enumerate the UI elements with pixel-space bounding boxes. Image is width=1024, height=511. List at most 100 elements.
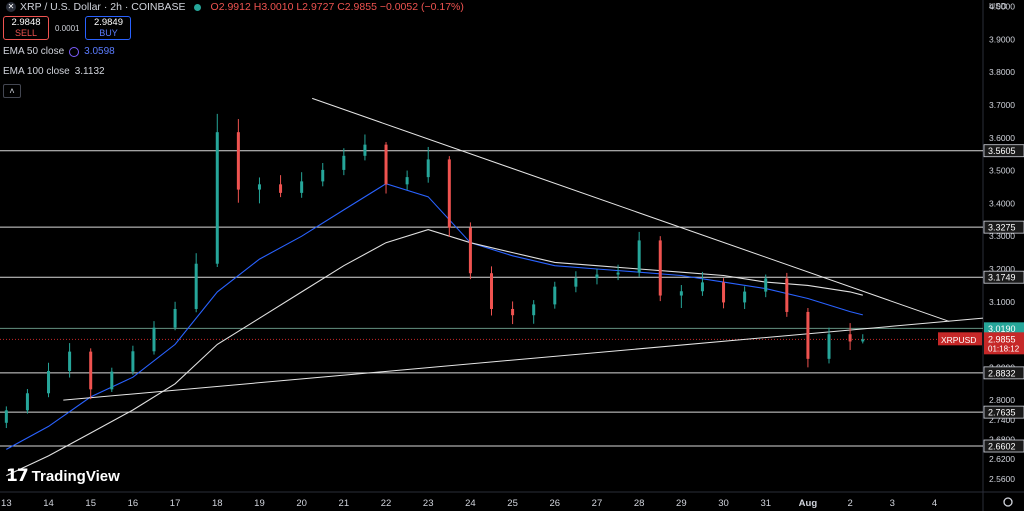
level-price-label: 2.6602 (988, 442, 1016, 452)
logo-text: TradingView (31, 467, 120, 485)
y-tick-label: 3.5000 (989, 166, 1015, 176)
y-tick-label: 3.9000 (989, 34, 1015, 44)
buy-label: BUY (99, 28, 118, 38)
x-tick-label: 15 (85, 498, 96, 509)
x-tick-label: 26 (549, 498, 560, 509)
candle-body (447, 159, 451, 228)
candle-body (321, 169, 325, 182)
current-price-value: 2.9855 (988, 334, 1016, 344)
candle-body (658, 240, 662, 296)
candle-body (279, 184, 283, 193)
ema50-line (6, 183, 863, 450)
buy-price: 2.9849 (93, 17, 123, 28)
tradingview-logo[interactable]: 17 TradingView (6, 466, 120, 486)
candle-body (722, 282, 726, 303)
candle-body (68, 351, 72, 371)
x-logo-icon: ✕ (6, 2, 16, 12)
candle-body (827, 334, 831, 359)
x-tick-label: 28 (634, 498, 645, 509)
candle-body (194, 263, 198, 309)
trendline (312, 97, 950, 322)
sell-button[interactable]: 2.9848 SELL (3, 16, 49, 40)
price-chart[interactable]: USD4.00003.90003.80003.70003.60003.50003… (0, 0, 1024, 511)
x-tick-label: 20 (296, 498, 307, 509)
candle-body (363, 144, 367, 156)
candle-body (426, 159, 430, 178)
symbol-tag-label: XRPUSD (941, 335, 976, 345)
indicator-label: EMA 50 close (3, 46, 65, 57)
y-tick-label: 2.5600 (989, 474, 1015, 484)
candle-body (679, 291, 683, 296)
x-tick-label: 24 (465, 498, 476, 509)
candle-body (89, 351, 93, 390)
indicator-settings-icon[interactable] (69, 46, 80, 57)
sell-price: 2.9848 (11, 17, 41, 28)
level-price-label: 2.8832 (988, 368, 1016, 378)
candle-body (215, 132, 219, 264)
x-tick-label: 31 (760, 498, 771, 509)
bar-countdown: 01:18:12 (988, 344, 1020, 353)
candle-body (595, 274, 599, 279)
x-tick-label: 19 (254, 498, 265, 509)
x-tick-label: 21 (339, 498, 350, 509)
chart-header: ✕ XRP / U.S. Dollar · 2h · COINBASE O2.9… (6, 0, 464, 14)
x-tick-label: 14 (43, 498, 54, 509)
gear-icon[interactable] (1003, 497, 1013, 507)
symbol-title[interactable]: XRP / U.S. Dollar · 2h · COINBASE (20, 1, 186, 13)
level-price-label: 2.7635 (988, 408, 1016, 418)
ohlc-readout: O2.9912 H3.0010 L2.9727 C2.9855 −0.0052 … (210, 1, 464, 13)
x-tick-label: Aug (799, 498, 818, 509)
indicator-value: 3.0598 (84, 46, 115, 57)
candle-body (384, 144, 388, 185)
candle-body (764, 278, 768, 292)
y-tick-label: 4.0000 (989, 2, 1015, 12)
indicator-ema100[interactable]: EMA 100 close 3.1132 (3, 66, 105, 77)
x-tick-label: 3 (890, 498, 895, 509)
sell-label: SELL (14, 28, 38, 38)
x-tick-label: 17 (170, 498, 181, 509)
y-tick-label: 3.6000 (989, 133, 1015, 143)
y-tick-label: 3.8000 (989, 67, 1015, 77)
x-tick-label: 23 (423, 498, 434, 509)
y-tick-label: 2.8000 (989, 395, 1015, 405)
indicator-label: EMA 100 close (3, 66, 70, 77)
candle-body (861, 339, 865, 342)
y-tick-label: 3.4000 (989, 198, 1015, 208)
candle-body (236, 132, 240, 190)
x-tick-label: 16 (128, 498, 139, 509)
level-price-label: 3.3275 (988, 223, 1016, 233)
candle-body (532, 304, 536, 316)
level-price-label: 3.1749 (988, 273, 1016, 283)
candle-body (300, 181, 304, 193)
level-price-label: 3.5605 (988, 146, 1016, 156)
trade-panel: 2.9848 SELL 0.0001 2.9849 BUY (3, 16, 132, 40)
x-tick-label: 13 (1, 498, 12, 509)
candle-body (173, 308, 177, 328)
x-tick-label: 18 (212, 498, 223, 509)
x-tick-label: 4 (932, 498, 937, 509)
buy-button[interactable]: 2.9849 BUY (85, 16, 132, 40)
candle-body (405, 177, 409, 185)
y-tick-label: 3.7000 (989, 100, 1015, 110)
candle-body (553, 286, 557, 305)
candle-body (4, 410, 8, 423)
x-tick-label: 29 (676, 498, 687, 509)
candle-body (806, 311, 810, 359)
y-tick-label: 3.1000 (989, 297, 1015, 307)
candle-body (848, 334, 852, 342)
candle-body (574, 278, 578, 287)
x-tick-label: 2 (847, 498, 852, 509)
x-tick-label: 22 (381, 498, 392, 509)
collapse-legend-button[interactable]: ˄ (3, 84, 21, 98)
indicator-ema50[interactable]: EMA 50 close 3.0598 (3, 46, 115, 57)
x-tick-label: 30 (718, 498, 729, 509)
candle-body (152, 327, 156, 352)
candle-body (637, 240, 641, 273)
candle-body (131, 351, 135, 372)
candle-body (257, 184, 261, 190)
candle-body (700, 282, 704, 292)
spread-value: 0.0001 (55, 23, 80, 33)
candle-body (785, 278, 789, 312)
ema100-line (6, 229, 863, 477)
candle-body (25, 393, 29, 411)
